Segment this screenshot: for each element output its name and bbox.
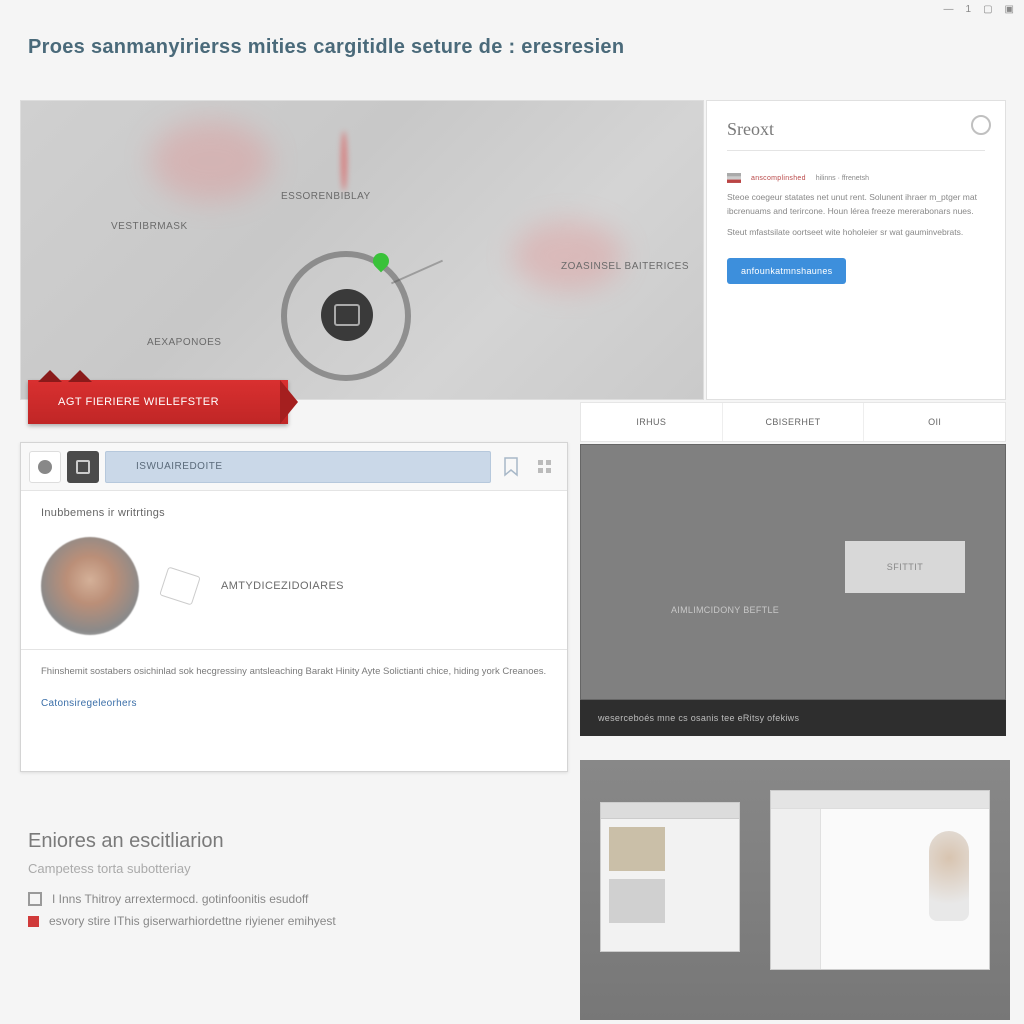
figure-thumb bbox=[929, 831, 969, 921]
profile-description: Fhinshemit sostabers osichinlad sok hecg… bbox=[41, 664, 547, 680]
grid-icon[interactable] bbox=[531, 453, 559, 481]
image-thumb bbox=[609, 827, 665, 871]
section-subheading: Campetess torta subotteriay bbox=[28, 861, 528, 876]
avatar[interactable] bbox=[41, 537, 139, 635]
heat-region bbox=[341, 131, 347, 191]
toolbar-icon-button[interactable] bbox=[29, 451, 61, 483]
meta-tag: anscomplinshed bbox=[751, 175, 806, 182]
window-thumbnail[interactable] bbox=[600, 802, 740, 952]
preview-subpanel: SFITTIT AIMLIMCIDONY BEFTLE bbox=[580, 444, 1006, 700]
heat-region bbox=[513, 221, 623, 291]
tab-cbiserhet[interactable]: CBISERHET bbox=[723, 403, 865, 441]
divider bbox=[21, 649, 567, 650]
pointer-line bbox=[391, 260, 443, 285]
status-strip-text: weserceboés mne cs osanis tee eRitsy ofe… bbox=[598, 713, 799, 723]
section-heading: Eniores an escitliarion bbox=[28, 830, 528, 853]
list-item-text: I Inns Thitroy arrextermocd. gotinfoonit… bbox=[52, 892, 308, 906]
titlebar bbox=[601, 803, 739, 819]
close-icon[interactable] bbox=[971, 115, 991, 135]
status-strip: weserceboés mne cs osanis tee eRitsy ofe… bbox=[580, 700, 1006, 736]
window-count: 1 bbox=[966, 4, 972, 15]
map-label: ZOASINSEL baiterices bbox=[561, 261, 689, 272]
page-title: Proes sanmanyirierss mities cargitidle s… bbox=[28, 36, 624, 59]
preview-caption: AIMLIMCIDONY BEFTLE bbox=[671, 605, 779, 615]
close-icon[interactable]: ▣ bbox=[1005, 4, 1014, 15]
details-link[interactable]: Catonsiregeleorhers bbox=[41, 698, 547, 709]
heat-region bbox=[151, 121, 271, 201]
sidebar-thumb bbox=[771, 809, 821, 969]
alert-banner-text: AGT FIERIERE WIELEFSTER bbox=[58, 396, 219, 408]
maximize-icon[interactable]: ▢ bbox=[983, 4, 992, 15]
flag-icon bbox=[727, 173, 741, 183]
window-controls: — 1 ▢ ▣ bbox=[944, 4, 1014, 15]
list-item: esvory stire IThis giserwarhiordettne ri… bbox=[28, 914, 528, 928]
map-label: VESTIBRMASK bbox=[111, 221, 188, 232]
location-marker[interactable] bbox=[321, 289, 373, 341]
tab-oii[interactable]: OII bbox=[864, 403, 1005, 441]
meta-tag: hilinns · ffrenetsh bbox=[816, 175, 869, 182]
map-label: ESSORENBIBLAY bbox=[281, 191, 371, 202]
profile-card: ISWUAIREDOITE Inubbemens ir writrtings A… bbox=[20, 442, 568, 772]
desktop-thumbnail bbox=[580, 760, 1010, 1020]
tab-strip: IRHUS CBISERHET OII bbox=[580, 402, 1006, 442]
primary-action-button[interactable]: anfounkatmnshaunes bbox=[727, 258, 846, 284]
edit-icon[interactable] bbox=[159, 566, 201, 605]
divider bbox=[727, 150, 985, 151]
preview-label-box[interactable]: SFITTIT bbox=[845, 541, 965, 593]
map-label: AEXAPONOES bbox=[147, 337, 221, 348]
tab-irhus[interactable]: IRHUS bbox=[581, 403, 723, 441]
user-name-label: AMTYDICEZIDOIARES bbox=[221, 580, 344, 592]
card-toolbar: ISWUAIREDOITE bbox=[21, 443, 567, 491]
side-panel-paragraph: Steoe coegeur statates net unut rent. So… bbox=[727, 191, 985, 218]
side-panel-paragraph: Steut mfastsilate oortseet wite hoholeie… bbox=[727, 226, 985, 240]
minimize-icon[interactable]: — bbox=[944, 4, 954, 15]
bullet-icon bbox=[28, 892, 42, 906]
detail-side-panel: Sreoxt anscomplinshed hilinns · ffrenets… bbox=[706, 100, 1006, 400]
image-thumb bbox=[609, 879, 665, 923]
window-thumbnail[interactable] bbox=[770, 790, 990, 970]
list-item-text: esvory stire IThis giserwarhiordettne ri… bbox=[49, 914, 336, 928]
bullet-icon bbox=[28, 916, 39, 927]
map-panel[interactable]: ESSORENBIBLAY VESTIBRMASK ZOASINSEL bait… bbox=[20, 100, 704, 400]
footnotes-section: Eniores an escitliarion Campetess torta … bbox=[28, 830, 528, 936]
alert-banner[interactable]: AGT FIERIERE WIELEFSTER bbox=[28, 380, 288, 424]
search-input[interactable]: ISWUAIREDOITE bbox=[105, 451, 491, 483]
side-panel-title: Sreoxt bbox=[727, 119, 985, 140]
bookmark-icon[interactable] bbox=[497, 453, 525, 481]
card-subtitle: Inubbemens ir writrtings bbox=[41, 507, 547, 519]
titlebar bbox=[771, 791, 989, 809]
list-item: I Inns Thitroy arrextermocd. gotinfoonit… bbox=[28, 892, 528, 906]
toolbar-icon-button[interactable] bbox=[67, 451, 99, 483]
